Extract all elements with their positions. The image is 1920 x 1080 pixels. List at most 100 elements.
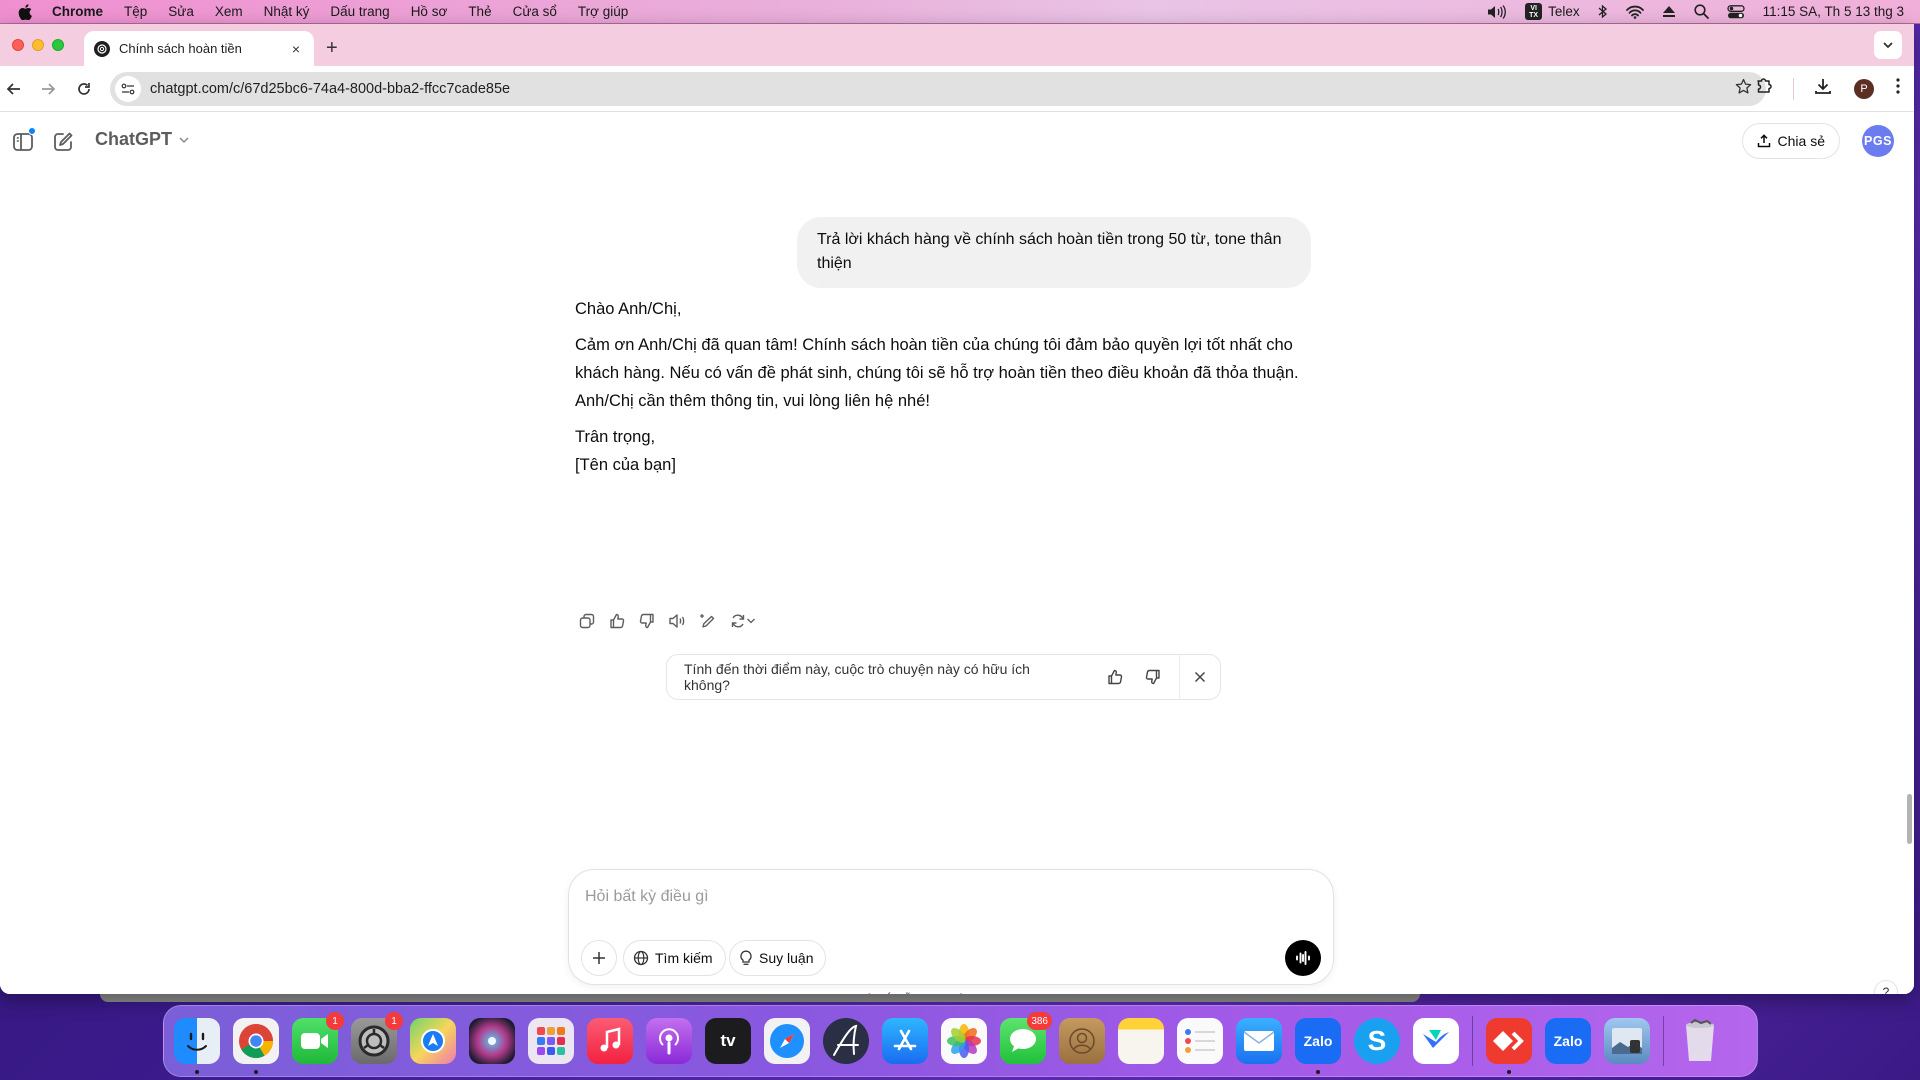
back-button[interactable] [4,79,24,99]
extensions-puzzle-icon[interactable] [1755,77,1773,100]
bluetooth-icon[interactable] [1598,4,1608,19]
reason-toggle-button[interactable]: Suy luận [729,940,827,976]
feedback-helpful-button[interactable] [1104,666,1126,688]
tab-active[interactable]: Chính sách hoàn tiền × [84,31,314,66]
site-info-icon[interactable] [115,76,141,102]
dock-mail[interactable] [1236,1018,1282,1064]
feedback-prompt: Tính đến thời điểm này, cuộc trò chuyện … [684,661,1030,693]
trash-icon [1686,1019,1714,1061]
tab-close-icon[interactable]: × [288,41,304,57]
spotlight-search-icon[interactable] [1694,4,1709,19]
good-response-button[interactable] [608,612,626,630]
dock-notes[interactable] [1118,1018,1164,1064]
dock-zalo[interactable]: Zalo [1295,1018,1341,1074]
close-window-button[interactable] [12,39,24,51]
share-button[interactable]: Chia sẻ [1741,123,1840,159]
dock-music[interactable] [587,1018,633,1064]
dock-finder[interactable] [174,1018,220,1074]
feedback-not-helpful-button[interactable] [1142,666,1164,688]
dock-siri[interactable] [469,1018,515,1064]
menu-app-name[interactable]: Chrome [52,4,103,19]
refresh-icon [731,614,745,628]
tab-search-button[interactable] [1874,31,1902,59]
menu-edit[interactable]: Sửa [168,4,194,19]
toggle-sidebar-button[interactable] [11,127,36,154]
copy-button[interactable] [578,612,596,630]
dock-facetime[interactable]: 1 [292,1012,344,1064]
reload-button[interactable] [74,79,94,99]
forward-button[interactable] [38,79,58,99]
dock-reminders[interactable] [1177,1018,1223,1064]
menu-help[interactable]: Trợ giúp [578,4,628,19]
dock-photos[interactable] [941,1018,987,1064]
dock-anydesk[interactable] [1486,1018,1532,1074]
dock-skype[interactable]: S [1354,1018,1400,1064]
dock-maps[interactable] [410,1018,456,1064]
copy-icon [579,613,595,629]
url-text[interactable]: chatgpt.com/c/67d25bc6-74a4-800d-bba2-ff… [150,81,510,97]
close-icon [1195,671,1206,683]
model-selector[interactable]: ChatGPT [95,129,190,150]
bad-response-button[interactable] [638,612,656,630]
input-method-indicator[interactable]: VI TX Telex [1525,3,1580,20]
chrome-profile-avatar[interactable]: P [1854,78,1874,99]
dock-zalo-2[interactable]: Zalo [1545,1018,1591,1064]
control-center-icon[interactable] [1726,4,1745,19]
page-scrollbar[interactable] [1904,168,1914,994]
help-button[interactable]: ? [1874,980,1898,994]
fullscreen-window-button[interactable] [52,39,64,51]
address-bar[interactable]: chatgpt.com/c/67d25bc6-74a4-800d-bba2-ff… [110,72,1766,106]
bookmark-star-icon[interactable] [1735,78,1752,100]
siri-icon [488,1037,496,1045]
menu-file[interactable]: Tệp [124,4,147,19]
edit-canvas-button[interactable] [698,612,716,630]
thumbs-up-icon [1108,669,1122,685]
menu-bookmarks[interactable]: Dấu trang [330,4,389,19]
menu-tab[interactable]: Thẻ [468,4,491,19]
search-toggle-button[interactable]: Tìm kiếm [623,940,726,976]
pencil-square-icon [54,132,73,151]
read-aloud-button[interactable] [668,612,686,630]
attach-button[interactable] [581,940,617,976]
dock-contacts[interactable] [1059,1018,1105,1064]
finder-face-icon [187,1032,207,1051]
dock-script-editor[interactable] [823,1018,869,1064]
dock-preview[interactable] [1604,1018,1650,1064]
menu-profiles[interactable]: Hồ sơ [411,4,448,19]
app-store-icon [893,1029,917,1051]
toolbar-divider [1793,77,1794,100]
feedback-close-button[interactable] [1180,671,1220,683]
downloads-icon[interactable] [1814,77,1832,100]
chrome-menu-icon[interactable] [1896,78,1900,99]
menu-history[interactable]: Nhật ký [264,4,310,19]
new-chat-button[interactable] [51,130,75,154]
regenerate-button[interactable] [728,612,758,630]
minimize-window-button[interactable] [32,39,44,51]
wifi-icon[interactable] [1625,5,1644,19]
voice-mode-button[interactable] [1285,940,1321,976]
volume-icon[interactable] [1487,4,1507,19]
music-note-icon [600,1027,621,1052]
podcast-icon [659,1028,679,1055]
dock-lark[interactable] [1413,1018,1459,1064]
scrollbar-thumb[interactable] [1907,794,1912,844]
menu-view[interactable]: Xem [215,4,243,19]
dock-system-settings[interactable]: 1 [351,1012,403,1064]
eject-icon[interactable] [1662,5,1676,18]
dock-app-store[interactable] [882,1018,928,1064]
prompt-input[interactable] [585,884,1285,910]
clock[interactable]: 11:15 SA, Th 5 13 thg 3 [1763,4,1904,19]
dock-safari[interactable] [764,1018,810,1064]
dock-apple-tv[interactable]: tv [705,1018,751,1064]
share-upload-icon [1757,134,1770,148]
dock-chrome[interactable] [233,1018,279,1074]
dock-podcasts[interactable] [646,1018,692,1064]
new-tab-button[interactable]: + [326,37,338,60]
menu-window[interactable]: Cửa sổ [513,4,557,19]
dock-trash[interactable] [1677,1018,1723,1064]
user-avatar[interactable]: PGS [1862,125,1894,157]
dock-launchpad[interactable] [528,1018,574,1064]
dock-messages[interactable]: 386 [1000,1012,1052,1064]
apple-menu-icon[interactable] [18,3,38,20]
preview-image-icon [1612,1028,1642,1054]
